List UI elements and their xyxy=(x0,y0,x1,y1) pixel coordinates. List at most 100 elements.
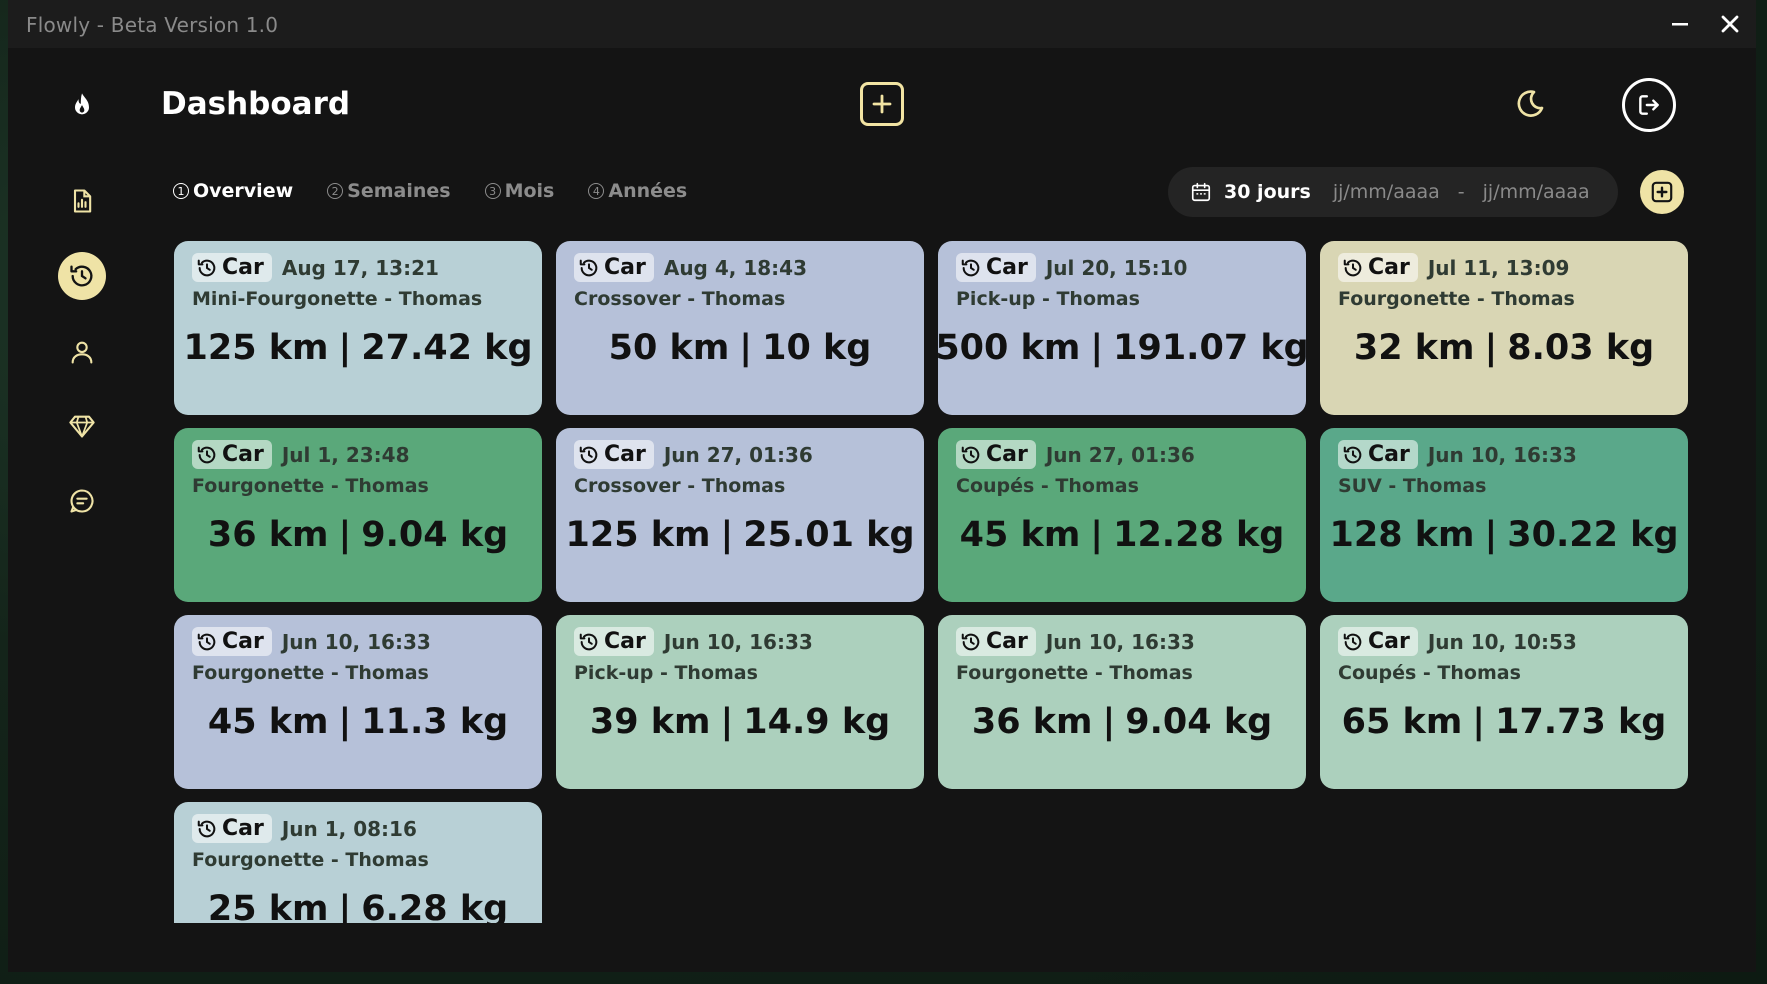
tab-semaines[interactable]: 2 Semaines xyxy=(327,180,451,202)
trip-card[interactable]: Car Jun 10, 16:33 Fourgonette - Thomas 45… xyxy=(174,615,542,789)
trip-co2: 12.28 kg xyxy=(1113,515,1285,555)
start-date-input[interactable]: jj/mm/aaaa xyxy=(1333,181,1440,203)
add-trip-button[interactable] xyxy=(860,82,904,126)
end-date-input[interactable]: jj/mm/aaaa xyxy=(1483,181,1590,203)
trip-mode-badge: Car xyxy=(1338,440,1418,469)
history-icon xyxy=(197,820,216,837)
tab-number: 3 xyxy=(484,183,501,199)
flame-icon xyxy=(75,93,89,115)
trip-co2: 30.22 kg xyxy=(1507,515,1679,555)
trip-date: Jun 10, 16:33 xyxy=(1427,442,1577,467)
minimize-button[interactable] xyxy=(1664,8,1696,40)
period-tabs: 1 Overview 2 Semaines 3 Mois 4 Années xyxy=(173,180,687,202)
trip-date: Jun 27, 01:36 xyxy=(1045,442,1195,467)
trip-mode-badge: Car xyxy=(192,440,272,469)
trip-mode: Car xyxy=(1368,629,1410,654)
user-icon xyxy=(71,341,93,364)
tab-annees[interactable]: 4 Années xyxy=(588,180,687,202)
stat-divider: | xyxy=(1090,515,1104,555)
window-title: Flowly - Beta Version 1.0 xyxy=(26,13,279,37)
stat-divider: | xyxy=(338,515,352,555)
close-icon xyxy=(1721,15,1739,33)
trip-date: Jun 10, 16:33 xyxy=(663,629,813,654)
sidebar-item-logo[interactable] xyxy=(58,81,106,129)
trip-distance: 125 km xyxy=(565,515,711,555)
trip-distance: 128 km xyxy=(1329,515,1475,555)
trip-date: Jun 10, 16:33 xyxy=(1045,629,1195,654)
date-range-filter[interactable]: 30 jours jj/mm/aaaa - jj/mm/aaaa xyxy=(1168,167,1618,217)
sidebar-item-notes[interactable] xyxy=(58,477,106,525)
trip-vehicle: Fourgonette - Thomas xyxy=(956,662,1193,684)
sidebar-item-reports[interactable] xyxy=(58,177,106,225)
trip-card[interactable]: Car Aug 4, 18:43 Crossover - Thomas 50 km… xyxy=(556,241,924,415)
trip-mode: Car xyxy=(222,255,264,280)
trip-card[interactable]: Car Jun 10, 16:33 Pick-up - Thomas 39 km |… xyxy=(556,615,924,789)
theme-toggle-button[interactable] xyxy=(1510,84,1550,124)
trip-co2: 10 kg xyxy=(762,328,872,368)
stat-divider: | xyxy=(1484,515,1498,555)
trip-co2: 8.03 kg xyxy=(1507,328,1655,368)
trip-vehicle: SUV - Thomas xyxy=(1338,475,1487,497)
trip-distance: 36 km xyxy=(971,702,1093,742)
history-icon xyxy=(1343,633,1362,650)
trip-mode: Car xyxy=(986,255,1028,280)
trip-card[interactable]: Car Jul 20, 15:10 Pick-up - Thomas 500 km… xyxy=(935,241,1309,415)
tab-mois[interactable]: 3 Mois xyxy=(484,180,554,202)
trip-date: Jun 1, 08:16 xyxy=(281,816,417,841)
history-icon xyxy=(70,265,93,287)
tab-overview[interactable]: 1 Overview xyxy=(173,180,293,202)
date-range-preset[interactable]: 30 jours xyxy=(1224,181,1311,203)
logout-button[interactable] xyxy=(1622,78,1676,132)
trip-card[interactable]: Car Jun 27, 01:36 Crossover - Thomas 125 … xyxy=(556,428,924,602)
minimize-icon xyxy=(1672,23,1688,26)
trip-card[interactable]: Car Jul 1, 23:48 Fourgonette - Thomas 36 … xyxy=(174,428,542,602)
trip-distance: 500 km xyxy=(935,328,1081,368)
trip-mode: Car xyxy=(986,442,1028,467)
sidebar-item-premium[interactable] xyxy=(58,402,106,450)
trip-distance: 36 km xyxy=(207,515,329,555)
close-button[interactable] xyxy=(1714,8,1746,40)
titlebar: Flowly - Beta Version 1.0 xyxy=(8,0,1756,48)
trip-vehicle: Pick-up - Thomas xyxy=(956,288,1140,310)
history-icon xyxy=(1343,446,1362,463)
trip-co2: 17.73 kg xyxy=(1495,702,1667,742)
trip-mode-badge: Car xyxy=(1338,627,1418,656)
trip-card[interactable]: Car Jun 10, 16:33 SUV - Thomas 128 km | 30.… xyxy=(1320,428,1688,602)
trip-vehicle: Coupés - Thomas xyxy=(956,475,1139,497)
stat-divider: | xyxy=(1090,328,1104,368)
stat-divider: | xyxy=(338,702,352,742)
message-icon xyxy=(70,489,94,513)
trip-card[interactable]: Car Jun 1, 08:16 Fourgonette - Thomas 25 … xyxy=(174,802,542,923)
trip-vehicle: Fourgonette - Thomas xyxy=(192,662,429,684)
sidebar-item-history[interactable] xyxy=(58,252,106,300)
stat-divider: | xyxy=(720,702,734,742)
stat-divider: | xyxy=(1472,702,1486,742)
trip-date: Jun 10, 10:53 xyxy=(1427,629,1577,654)
history-icon xyxy=(1343,259,1362,276)
stat-divider: | xyxy=(720,515,734,555)
trip-co2: 6.28 kg xyxy=(361,889,509,923)
trip-mode: Car xyxy=(1368,442,1410,467)
trip-mode: Car xyxy=(222,816,264,841)
report-icon xyxy=(73,189,92,213)
trip-vehicle: Fourgonette - Thomas xyxy=(1338,288,1575,310)
trip-card[interactable]: Car Jun 10, 16:33 Fourgonette - Thomas 36… xyxy=(938,615,1306,789)
trip-card[interactable]: Car Jun 27, 01:36 Coupés - Thomas 45 km | 1… xyxy=(938,428,1306,602)
trip-card[interactable]: Car Jun 10, 10:53 Coupés - Thomas 65 km | 1… xyxy=(1320,615,1688,789)
trip-date: Jul 11, 13:09 xyxy=(1427,255,1570,280)
trip-mode: Car xyxy=(222,629,264,654)
history-icon xyxy=(579,633,598,650)
trip-card[interactable]: Car Aug 17, 13:21 Mini-Fourgonette - Thom… xyxy=(174,241,542,415)
history-icon xyxy=(197,259,216,276)
trip-date: Jul 20, 15:10 xyxy=(1045,255,1188,280)
trip-card[interactable]: Car Jul 11, 13:09 Fourgonette - Thomas 32… xyxy=(1320,241,1688,415)
history-icon xyxy=(197,633,216,650)
trip-mode-badge: Car xyxy=(956,253,1036,282)
sidebar-item-profile[interactable] xyxy=(58,328,106,376)
trip-distance: 45 km xyxy=(959,515,1081,555)
history-icon xyxy=(961,446,980,463)
add-filter-button[interactable] xyxy=(1640,170,1684,214)
moon-icon xyxy=(1517,90,1544,117)
trip-vehicle: Fourgonette - Thomas xyxy=(192,849,429,871)
history-icon xyxy=(961,259,980,276)
